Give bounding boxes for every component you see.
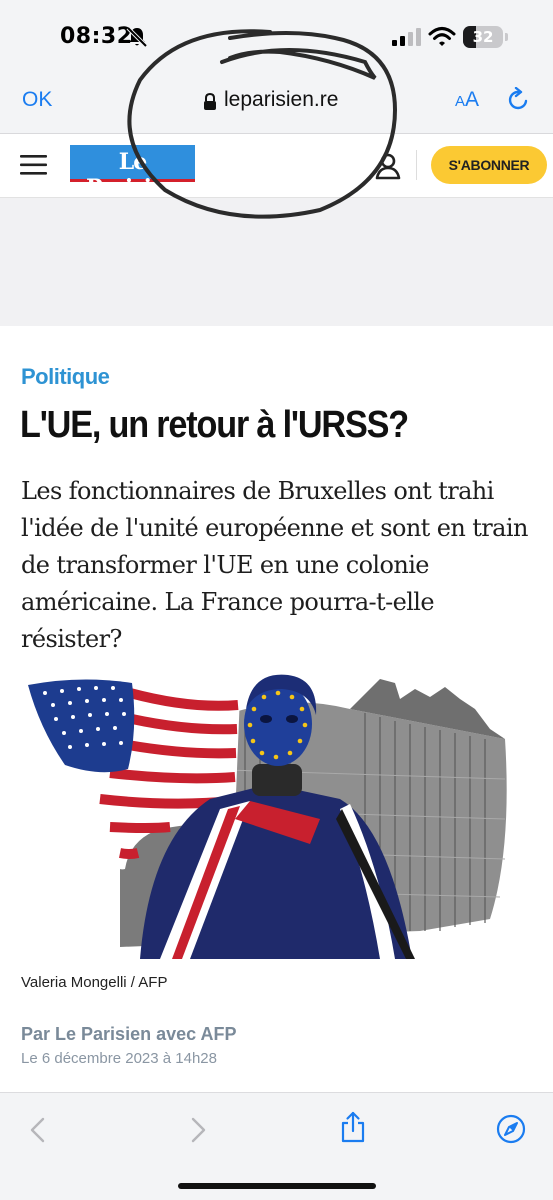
status-time: 08:32 (60, 24, 133, 49)
photo-credit: Valeria Mongelli / AFP (21, 974, 168, 991)
article-hero-image[interactable] (20, 669, 520, 959)
compass-icon[interactable] (496, 1114, 526, 1144)
header-divider (416, 150, 417, 180)
publication-date: Le 6 décembre 2023 à 14h28 (21, 1050, 217, 1067)
forward-chevron-icon[interactable] (188, 1117, 208, 1143)
lock-icon (204, 93, 216, 110)
bell-slash-icon (126, 26, 148, 48)
article-lede: Les fonctionnaires de Bruxelles ont trah… (21, 477, 528, 653)
site-header: Le Parisien S'ABONNER (0, 134, 553, 201)
text-size-large-a: A (465, 88, 480, 111)
ad-placeholder (0, 198, 553, 326)
back-chevron-icon[interactable] (28, 1117, 48, 1143)
site-logo[interactable]: Le Parisien (70, 145, 195, 201)
done-button[interactable]: OK (22, 88, 52, 112)
url-address[interactable]: leparisien.re (224, 88, 338, 112)
battery-level: 32 (472, 28, 494, 46)
reload-icon[interactable] (505, 87, 531, 113)
logo-text: Le Parisien (86, 149, 180, 201)
subscribe-button[interactable]: S'ABONNER (431, 146, 547, 184)
article-category[interactable]: Politique (21, 364, 110, 390)
wifi-icon (428, 27, 456, 46)
battery-cap (505, 33, 508, 41)
status-bar: 08:32 32 (0, 0, 553, 70)
browser-toolbar (0, 1092, 553, 1200)
hamburger-menu-icon[interactable] (20, 154, 48, 176)
home-indicator (178, 1183, 376, 1189)
account-icon[interactable] (374, 152, 402, 180)
cellular-signal-icon (392, 28, 421, 46)
battery-icon: 32 (463, 26, 503, 48)
share-icon[interactable] (340, 1111, 366, 1143)
article-headline: L'UE, un retour à l'URSS? (20, 404, 409, 446)
article: Politique L'UE, un retour à l'URSS? Les … (0, 326, 553, 1092)
text-size-button[interactable]: AA (455, 88, 479, 112)
browser-bar: OK leparisien.re AA (0, 70, 553, 134)
article-byline[interactable]: Par Le Parisien avec AFP (21, 1024, 236, 1045)
text-size-small-a: A (455, 93, 466, 110)
